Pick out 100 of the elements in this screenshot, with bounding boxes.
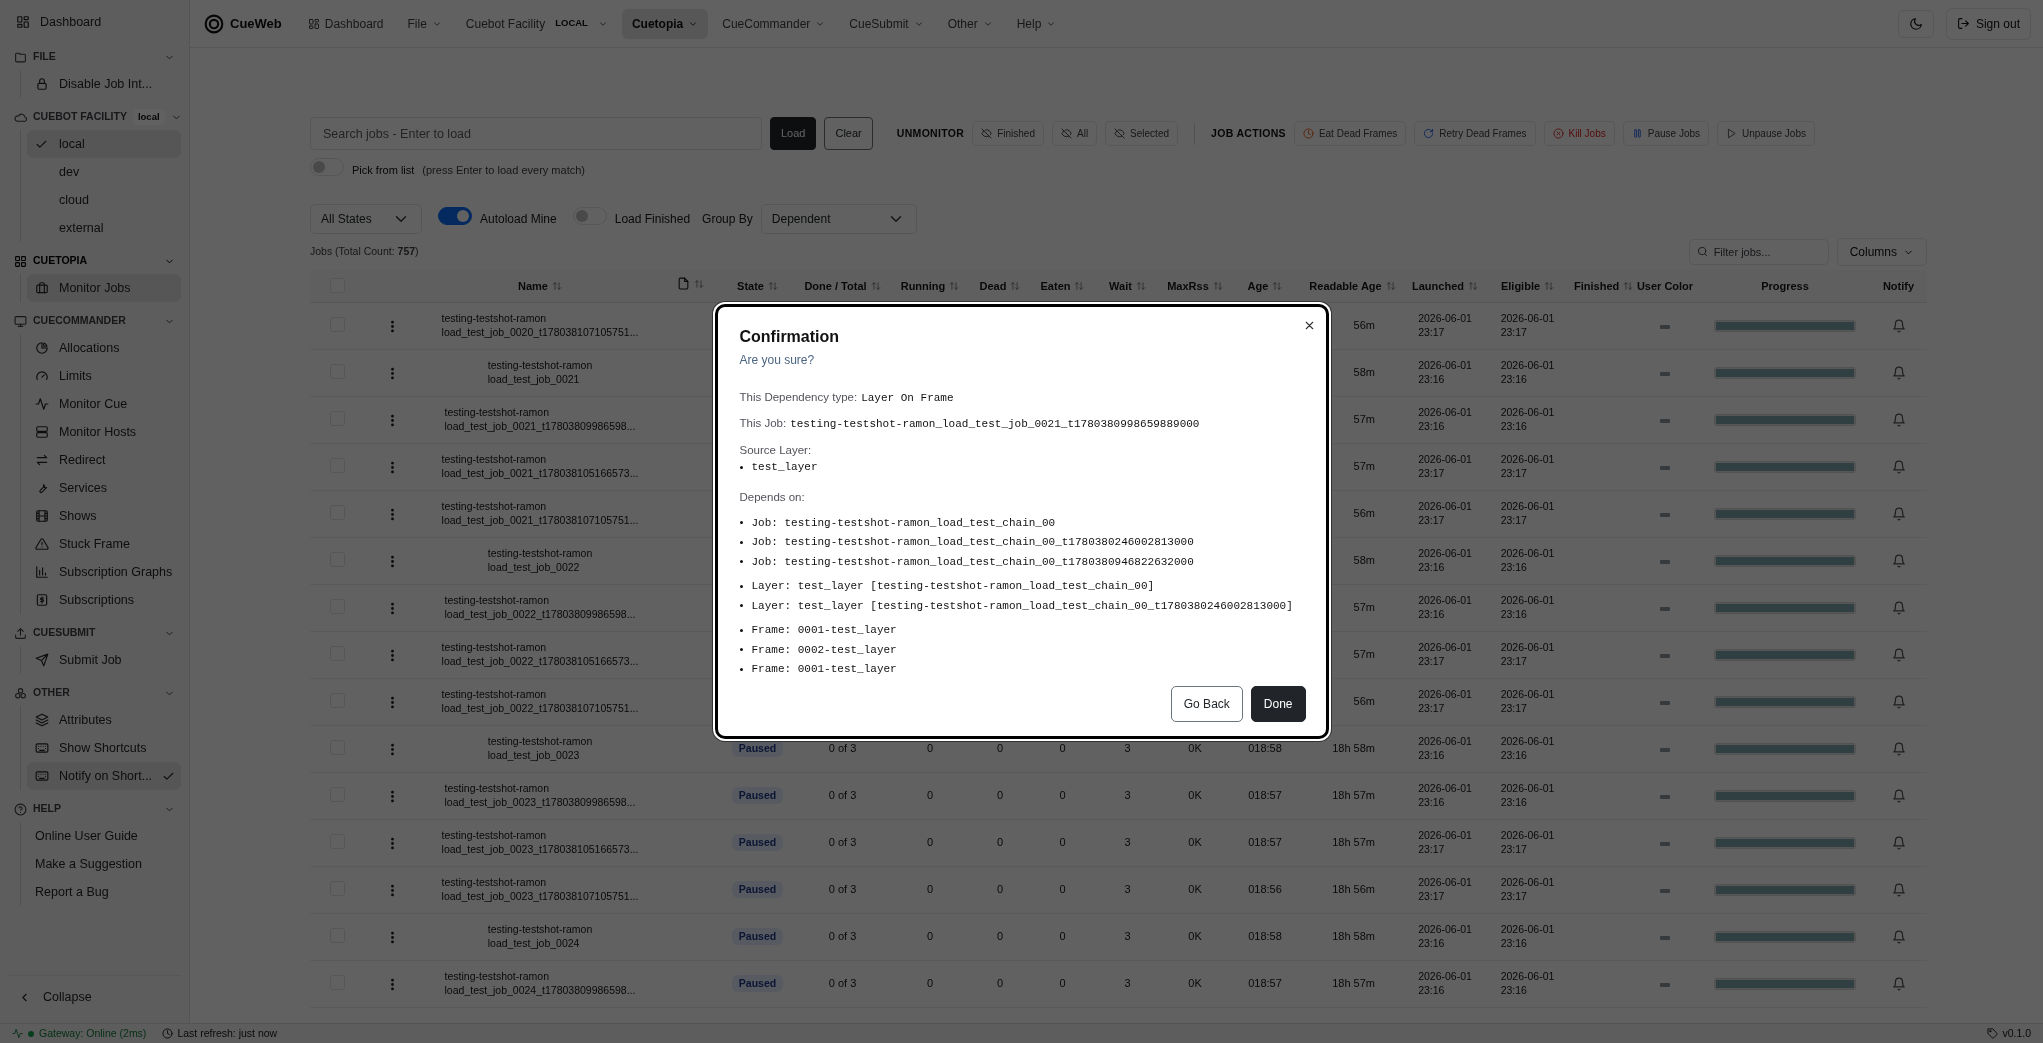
column-header[interactable]: Eaten [1040, 277, 1085, 294]
sidebar-item[interactable]: Report a Bug [27, 878, 181, 906]
job-name[interactable]: testing-testshot-ramon load_test_job_0021_t178038105166573... [441, 451, 639, 480]
state-select[interactable]: All States [310, 204, 422, 234]
sidebar-item[interactable]: cloud [27, 186, 181, 214]
column-header[interactable]: MaxRss [1167, 277, 1223, 294]
column-header[interactable]: Finished [1574, 277, 1634, 294]
action-button[interactable]: Kill Jobs [1543, 121, 1615, 146]
section-header[interactable]: CUETOPIA [8, 248, 181, 274]
group-by-select[interactable]: Dependent [760, 204, 917, 234]
column-header[interactable]: State [737, 277, 778, 294]
job-name[interactable]: testing-testshot-ramon load_test_job_0022_t178038105166573... [441, 639, 639, 668]
sidebar-item[interactable]: external [27, 214, 181, 242]
done-button[interactable]: Done [1250, 685, 1306, 722]
nav-menu[interactable]: CueCommander [712, 8, 836, 39]
sidebar-item[interactable]: Subscriptions [27, 586, 181, 614]
sidebar-item[interactable]: local [27, 130, 181, 158]
unmonitor-button[interactable]: Finished [972, 121, 1044, 146]
load-button[interactable]: Load [770, 117, 817, 150]
job-name[interactable]: testing-testshot-ramon load_test_job_0022_t17803809986598... [444, 592, 636, 621]
sidebar-item[interactable]: Online User Guide [27, 822, 181, 850]
unmonitor-button[interactable]: All [1052, 121, 1098, 146]
action-button[interactable]: Eat Dead Frames [1293, 121, 1407, 146]
bell-icon[interactable] [1891, 601, 1906, 616]
column-header[interactable]: Running [900, 277, 960, 294]
bell-icon[interactable] [1891, 460, 1906, 475]
bell-icon[interactable] [1891, 554, 1906, 569]
columns-button[interactable]: Columns [1836, 238, 1927, 266]
nav-menu[interactable]: CueSubmit [839, 8, 934, 39]
bell-icon[interactable] [1891, 507, 1906, 522]
job-name[interactable]: testing-testshot-ramon load_test_job_0022 [487, 545, 593, 574]
bell-icon[interactable] [1891, 413, 1906, 428]
bell-icon[interactable] [1891, 648, 1906, 663]
section-header[interactable]: FILE [8, 44, 181, 70]
job-name[interactable]: testing-testshot-ramon load_test_job_0024_t17803809986598... [444, 968, 636, 997]
action-button[interactable]: Retry Dead Frames [1414, 121, 1536, 146]
column-header[interactable]: Wait [1109, 277, 1146, 294]
job-name[interactable]: testing-testshot-ramon load_test_job_0021_t17803809986598... [444, 404, 636, 433]
sidebar-item[interactable]: Attributes [27, 706, 181, 734]
bell-icon[interactable] [1891, 695, 1906, 710]
nav-menu[interactable]: Cuetopia [621, 8, 709, 39]
bell-icon[interactable] [1891, 930, 1906, 945]
action-button[interactable]: Pause Jobs [1622, 121, 1709, 146]
sidebar-item[interactable]: dev [27, 158, 181, 186]
search-field[interactable]: Search jobs - Enter to load [310, 117, 762, 150]
job-name[interactable]: testing-testshot-ramon load_test_job_0023_t17803809986598... [444, 780, 636, 809]
sidebar-item[interactable]: Shows [27, 502, 181, 530]
column-header[interactable]: Eligible [1500, 277, 1555, 294]
job-name[interactable]: testing-testshot-ramon load_test_job_0020_t178038107105751... [441, 310, 639, 339]
job-name[interactable]: testing-testshot-ramon load_test_job_0021 [487, 357, 593, 386]
sidebar-item[interactable]: Monitor Hosts [27, 418, 181, 446]
unmonitor-button[interactable]: Selected [1105, 121, 1179, 146]
job-name[interactable]: testing-testshot-ramon load_test_job_0024 [487, 921, 593, 950]
column-header[interactable]: Name [518, 277, 562, 294]
nav-menu[interactable]: File [397, 8, 452, 39]
nav-menu[interactable]: Cuebot Facility LOCAL [455, 8, 618, 39]
sidebar-item[interactable]: Services [27, 474, 181, 502]
nav-link[interactable]: Dashboard [297, 8, 394, 39]
section-header[interactable]: HELP [8, 796, 181, 822]
nav-menu[interactable]: Other [937, 8, 1003, 39]
sidebar-item[interactable]: Limits [27, 362, 181, 390]
sidebar-item[interactable]: Make a Suggestion [27, 850, 181, 878]
sidebar-item[interactable]: Allocations [27, 334, 181, 362]
sign-out-button[interactable]: Sign out [1945, 7, 2031, 40]
job-name[interactable]: testing-testshot-ramon load_test_job_0023 [487, 733, 593, 762]
theme-toggle-button[interactable] [1897, 9, 1934, 38]
sort-icon[interactable] [693, 278, 704, 289]
column-header[interactable]: Age [1247, 277, 1283, 294]
section-header[interactable]: CUESUBMIT [8, 620, 181, 646]
column-header[interactable]: Done / Total [804, 277, 881, 294]
job-name[interactable]: testing-testshot-ramon load_test_job_0023_t178038105166573... [441, 827, 639, 856]
sidebar-item[interactable]: Disable Job Int... [27, 70, 181, 98]
bell-icon[interactable] [1891, 742, 1906, 757]
sidebar-item[interactable]: Monitor Cue [27, 390, 181, 418]
sidebar-item[interactable]: Show Shortcuts [27, 734, 181, 762]
column-header[interactable]: Launched [1412, 277, 1478, 294]
go-back-button[interactable]: Go Back [1170, 685, 1243, 722]
bell-icon[interactable] [1891, 319, 1906, 334]
sidebar-item[interactable]: Notify on Short... [27, 762, 181, 790]
sidebar-item[interactable]: Dashboard [8, 8, 181, 36]
action-button[interactable]: Unpause Jobs [1717, 121, 1815, 146]
bell-icon[interactable] [1891, 836, 1906, 851]
column-header[interactable]: Dead [979, 277, 1021, 294]
bell-icon[interactable] [1891, 977, 1906, 992]
job-name[interactable]: testing-testshot-ramon load_test_job_0022_t178038107105751... [441, 686, 639, 715]
bell-icon[interactable] [1891, 883, 1906, 898]
brand-link[interactable]: CueWeb [204, 13, 282, 34]
job-name[interactable]: testing-testshot-ramon load_test_job_0021_t178038107105751... [441, 498, 639, 527]
bell-icon[interactable] [1891, 789, 1906, 804]
column-header[interactable]: Readable Age [1309, 277, 1396, 294]
clear-button[interactable]: Clear [824, 117, 873, 150]
nav-menu[interactable]: Help [1006, 8, 1067, 39]
toggle-switch[interactable] [438, 207, 472, 225]
sidebar-item[interactable]: Submit Job [27, 646, 181, 674]
collapse-button[interactable]: Collapse [8, 975, 181, 1013]
filter-field[interactable]: Filter jobs... [1688, 238, 1829, 266]
file-icon[interactable] [676, 277, 690, 290]
job-name[interactable]: testing-testshot-ramon load_test_job_0023_t178038107105751... [441, 874, 639, 903]
sidebar-item[interactable]: Monitor Jobs [27, 274, 181, 302]
section-header[interactable]: OTHER [8, 680, 181, 706]
